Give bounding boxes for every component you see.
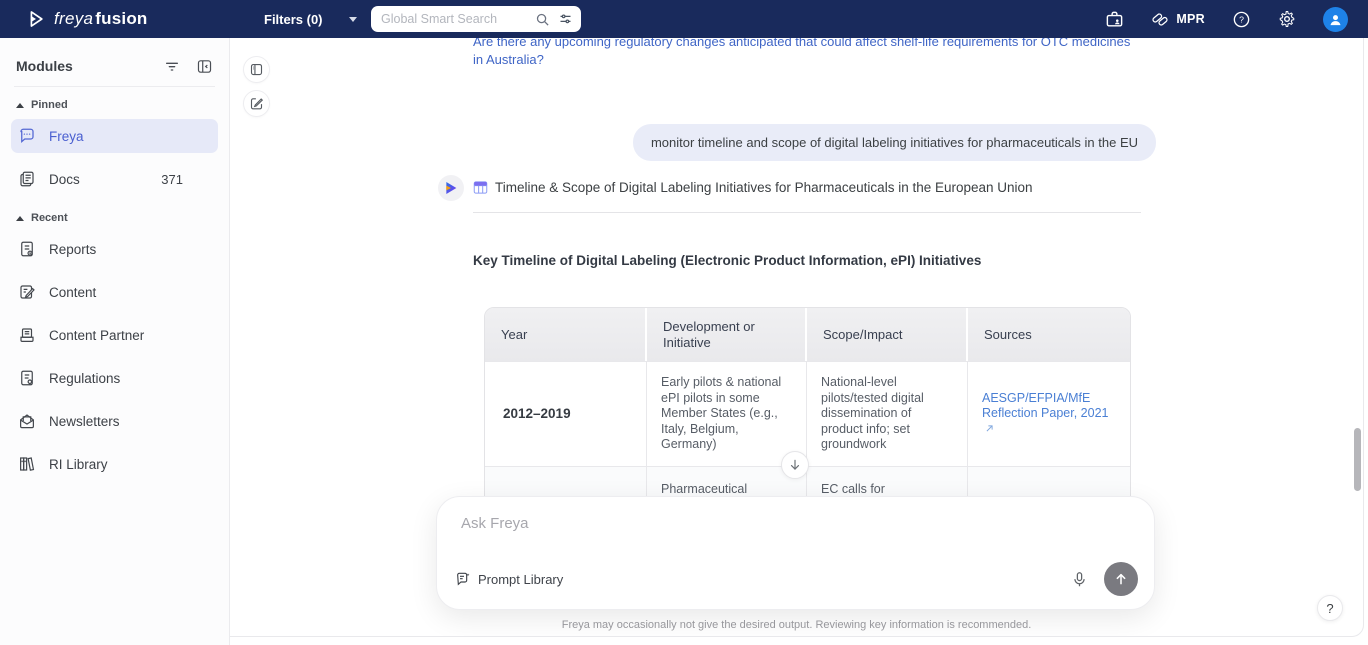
prompt-library-label: Prompt Library	[478, 572, 563, 587]
mpr-label: MPR	[1176, 12, 1205, 26]
sidebar-item-label: Freya	[49, 129, 84, 144]
column-header: Year	[485, 308, 647, 361]
freya-response-avatar	[438, 175, 464, 201]
cell-scope: National-level pilots/tested digital dis…	[807, 361, 968, 466]
user-message-bubble: monitor timeline and scope of digital la…	[633, 124, 1156, 161]
sidebar-item-content[interactable]: Content	[11, 275, 218, 309]
composer-input[interactable]	[461, 515, 1121, 561]
microphone-icon[interactable]	[1071, 571, 1088, 588]
sidebar-item-content-partner[interactable]: Content Partner	[11, 318, 218, 352]
recent-section-toggle[interactable]: Recent	[16, 212, 213, 224]
sidebar-divider	[14, 86, 215, 87]
sidebar-collapse-icon[interactable]	[196, 58, 213, 75]
new-chat-compose-button[interactable]	[243, 90, 270, 117]
sidebar-item-label: Docs	[49, 172, 80, 187]
vertical-scrollbar-thumb[interactable]	[1354, 428, 1361, 491]
global-search-input[interactable]	[381, 12, 527, 26]
table-header-row: Year Development or Initiative Scope/Imp…	[485, 308, 1130, 361]
workspace-briefcase-icon[interactable]	[1105, 10, 1124, 29]
newsletter-icon	[18, 412, 36, 430]
ask-freya-composer: Prompt Library	[436, 496, 1155, 610]
sidebar-item-docs[interactable]: Docs 371	[11, 162, 218, 196]
brand-script: freya	[54, 9, 93, 28]
response-divider	[473, 212, 1141, 213]
sidebar-item-label: Reports	[49, 242, 96, 257]
table-section-heading: Key Timeline of Digital Labeling (Electr…	[473, 253, 981, 268]
library-books-icon	[18, 455, 36, 473]
sidebar-filter-icon[interactable]	[164, 58, 180, 74]
table-row: 2012–2019 Early pilots & national ePI pi…	[485, 361, 1130, 466]
pinned-section-toggle[interactable]: Pinned	[16, 99, 213, 111]
collapse-triangle-icon	[16, 103, 24, 108]
sidebar-item-newsletters[interactable]: Newsletters	[11, 404, 218, 438]
filters-caret-down-icon[interactable]	[349, 17, 357, 22]
freya-play-logo-icon	[26, 9, 46, 29]
sidebar-item-freya[interactable]: Freya	[11, 119, 218, 153]
sidebar-title: Modules	[16, 58, 164, 74]
settings-gear-icon[interactable]	[1278, 10, 1296, 28]
filters-button[interactable]: Filters (0)	[264, 12, 323, 27]
sidebar-item-label: Content	[49, 285, 96, 300]
top-navbar: freyafusion Filters (0) MPR ?	[0, 0, 1368, 38]
collapse-triangle-icon	[16, 216, 24, 221]
documents-icon	[18, 170, 36, 188]
disclaimer-text: Freya may occasionally not give the desi…	[230, 619, 1363, 631]
pinned-section-label: Pinned	[31, 99, 68, 111]
partner-doc-icon	[18, 326, 36, 344]
brand-bold: fusion	[95, 9, 147, 28]
sidebar-item-label: RI Library	[49, 457, 108, 472]
user-avatar[interactable]	[1323, 7, 1348, 32]
recent-section-label: Recent	[31, 212, 68, 224]
search-filter-sliders-icon[interactable]	[558, 12, 573, 27]
cell-initiative: Early pilots & national ePI pilots in so…	[647, 361, 807, 466]
column-header: Scope/Impact	[807, 308, 968, 361]
chat-bubble-icon	[18, 127, 36, 145]
content-doc-icon	[18, 283, 36, 301]
global-search	[371, 6, 581, 32]
scroll-to-bottom-button[interactable]	[781, 451, 809, 479]
pills-icon	[1151, 10, 1169, 28]
prompt-library-icon	[455, 571, 471, 587]
cell-year: 2012–2019	[485, 361, 647, 466]
sidebar-item-regulations[interactable]: Regulations	[11, 361, 218, 395]
column-header: Sources	[968, 308, 1130, 361]
app-logo[interactable]: freyafusion	[26, 0, 148, 38]
mpr-menu[interactable]: MPR	[1151, 10, 1205, 28]
toggle-history-panel-button[interactable]	[243, 56, 270, 83]
send-button[interactable]	[1104, 562, 1138, 596]
sidebar-item-ri-library[interactable]: RI Library	[11, 447, 218, 481]
sidebar-item-reports[interactable]: Reports	[11, 232, 218, 266]
help-fab-button[interactable]: ?	[1317, 595, 1343, 621]
sidebar-item-label: Content Partner	[49, 328, 144, 343]
docs-count-badge: 371	[161, 172, 183, 187]
column-header: Development or Initiative	[647, 308, 807, 361]
response-title: Timeline & Scope of Digital Labeling Ini…	[495, 180, 1033, 195]
help-icon[interactable]: ?	[1232, 10, 1251, 29]
modules-sidebar: Modules Pinned Freya Docs 371 Recent	[0, 38, 230, 645]
regulation-doc-icon	[18, 369, 36, 387]
report-doc-icon	[18, 240, 36, 258]
previous-question-link[interactable]: Are there any upcoming regulatory change…	[473, 38, 1135, 69]
source-link[interactable]: AESGP/EFPIA/MfE Reflection Paper, 2021	[982, 391, 1116, 438]
svg-text:?: ?	[1239, 14, 1244, 24]
sidebar-item-label: Regulations	[49, 371, 120, 386]
sidebar-item-label: Newsletters	[49, 414, 120, 429]
table-icon	[473, 180, 488, 195]
external-link-icon	[985, 424, 994, 433]
main-content-panel: Are there any upcoming regulatory change…	[230, 38, 1364, 637]
prompt-library-button[interactable]: Prompt Library	[455, 571, 563, 587]
search-icon[interactable]	[535, 12, 550, 27]
cell-sources: AESGP/EFPIA/MfE Reflection Paper, 2021	[968, 361, 1130, 466]
